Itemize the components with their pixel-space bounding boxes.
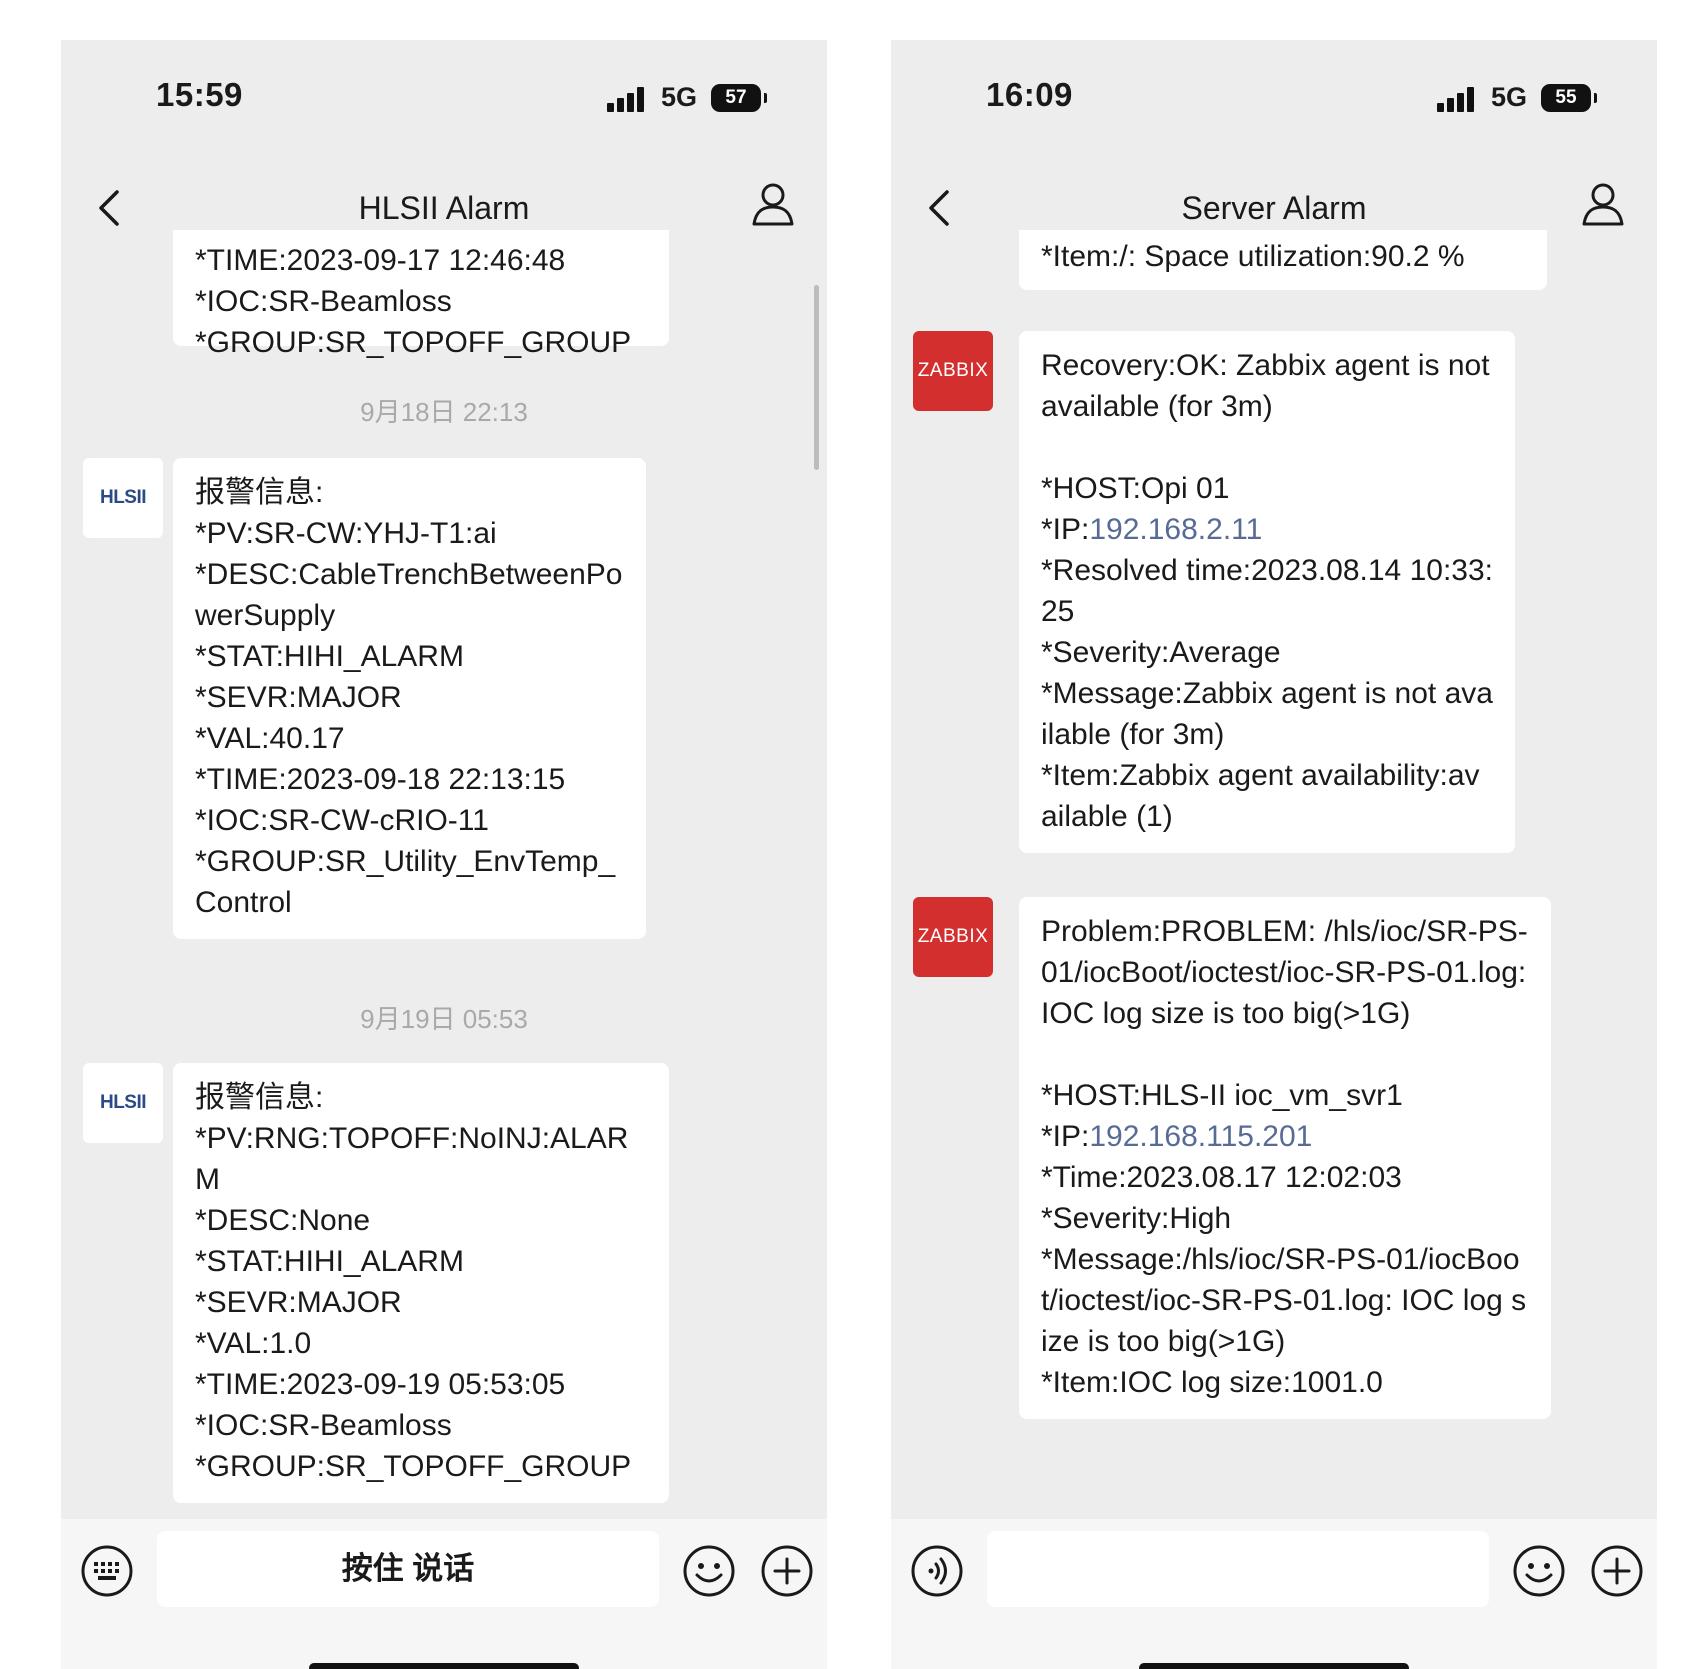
status-bar: 16:09 5G 55	[891, 40, 1657, 150]
alarm-message-bubble: 报警信息: *PV:SR-CW:YHJ-T1:ai *DESC:CableTre…	[173, 458, 646, 939]
message-input[interactable]	[987, 1531, 1489, 1607]
message-text: *Time:2023.08.17 12:02:03 *Severity:High…	[1041, 1161, 1527, 1399]
zabbix-avatar[interactable]: ZABBIX	[913, 897, 993, 977]
chat-area[interactable]: *Item:/: Space utilization:90.2 % ZABBIX…	[891, 230, 1657, 1519]
home-indicator	[309, 1663, 579, 1669]
message-text: *Resolved time:2023.08.14 10:33:25 *Seve…	[1041, 554, 1493, 833]
zabbix-avatar[interactable]: ZABBIX	[913, 331, 993, 411]
ip-link[interactable]: 192.168.2.11	[1089, 513, 1262, 546]
message-timestamp: 9月19日 05:53	[360, 1004, 528, 1034]
keyboard-icon[interactable]	[79, 1543, 135, 1599]
recovery-message-bubble: Recovery:OK: Zabbix agent is not availab…	[1019, 331, 1515, 853]
signal-icon	[1437, 86, 1477, 112]
emoji-icon[interactable]	[681, 1543, 737, 1599]
network-label: 5G	[660, 82, 697, 112]
scrollbar[interactable]	[814, 285, 819, 470]
battery-icon: 55	[1541, 84, 1597, 112]
network-label: 5G	[1490, 82, 1527, 112]
signal-icon	[607, 86, 647, 112]
message-text: Problem:PROBLEM: /hls/ioc/SR-PS-01/iocBo…	[1041, 915, 1528, 1153]
hold-to-talk-button[interactable]: 按住 说话	[157, 1531, 659, 1607]
emoji-icon[interactable]	[1511, 1543, 1567, 1599]
partial-message-bubble: *Item:/: Space utilization:90.2 %	[1019, 230, 1547, 290]
partial-message-bubble: *TIME:2023-09-17 12:46:48 *IOC:SR-Beamlo…	[173, 230, 669, 359]
message-timestamp: 9月18日 22:13	[360, 397, 528, 427]
hlsii-avatar[interactable]: HLSII	[83, 1063, 163, 1143]
chat-title: HLSII Alarm	[358, 190, 530, 226]
user-icon[interactable]	[749, 180, 797, 228]
user-icon[interactable]	[1579, 180, 1627, 228]
input-bar	[891, 1519, 1657, 1669]
chat-area[interactable]: *TIME:2023-09-17 12:46:48 *IOC:SR-Beamlo…	[61, 230, 827, 1519]
right-phone-screen: 16:09 5G 55 Server Alarm *Item:/: Space …	[891, 40, 1657, 1669]
chat-title: Server Alarm	[1181, 190, 1367, 226]
home-indicator	[1139, 1663, 1409, 1669]
status-time: 16:09	[986, 76, 1073, 113]
plus-icon[interactable]	[1589, 1543, 1645, 1599]
hlsii-avatar[interactable]: HLSII	[83, 458, 163, 538]
status-bar: 15:59 5G 57	[61, 40, 827, 150]
battery-icon: 57	[711, 84, 767, 112]
left-phone-screen: 15:59 5G 57 HLSII Alarm *TIME:2023-09-17…	[61, 40, 827, 1669]
ip-link[interactable]: 192.168.115.201	[1089, 1120, 1312, 1153]
status-time: 15:59	[156, 76, 243, 113]
alarm-message-bubble: 报警信息: *PV:RNG:TOPOFF:NoINJ:ALARM *DESC:N…	[173, 1063, 669, 1503]
plus-icon[interactable]	[759, 1543, 815, 1599]
input-bar: 按住 说话	[61, 1519, 827, 1669]
problem-message-bubble: Problem:PROBLEM: /hls/ioc/SR-PS-01/iocBo…	[1019, 897, 1551, 1419]
voice-icon[interactable]	[909, 1543, 965, 1599]
